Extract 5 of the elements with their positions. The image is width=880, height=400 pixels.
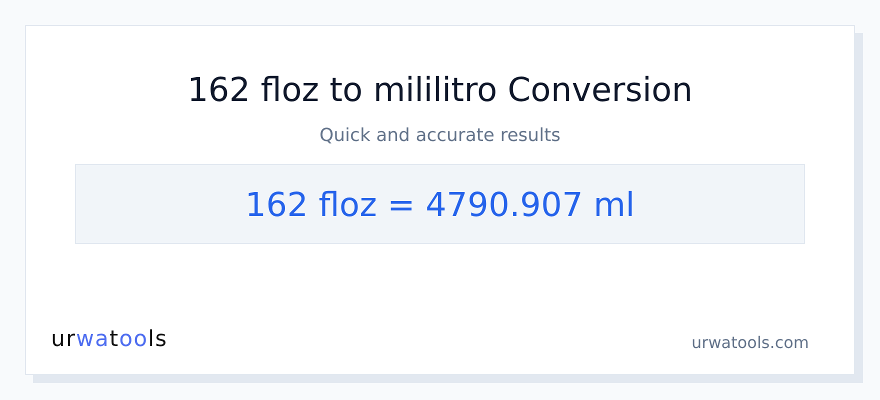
site-url: urwatools.com <box>692 333 809 352</box>
page-title: 162 floz to mililitro Conversion <box>187 69 693 111</box>
conversion-result: 162 floz = 4790.907 ml <box>245 184 635 224</box>
subtitle: Quick and accurate results <box>319 124 561 148</box>
logo: urwatools <box>51 327 168 352</box>
